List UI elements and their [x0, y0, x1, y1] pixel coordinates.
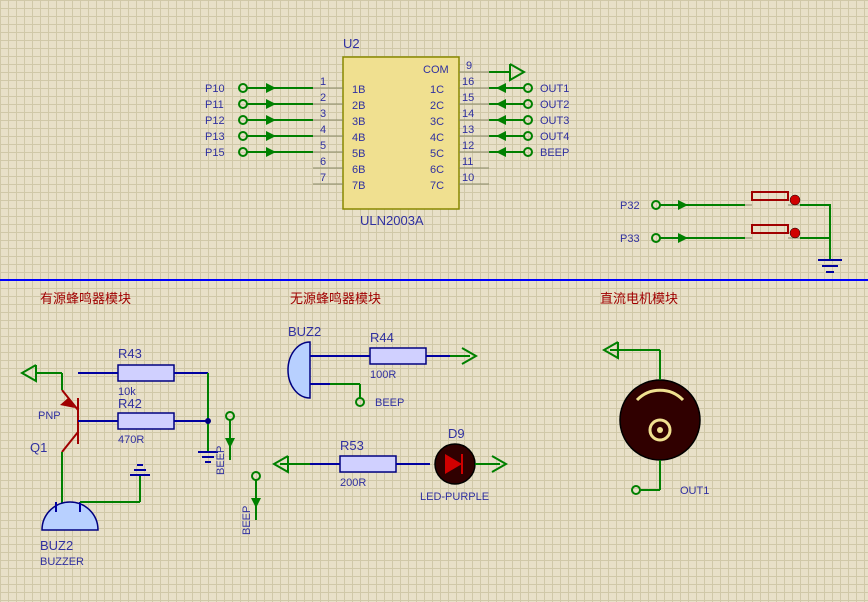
svg-text:OUT1: OUT1	[540, 83, 569, 95]
svg-text:3: 3	[320, 108, 326, 120]
svg-text:10: 10	[462, 172, 474, 184]
ic-ref: U2	[343, 36, 360, 51]
svg-text:15: 15	[462, 92, 474, 104]
svg-text:6C: 6C	[430, 164, 444, 176]
svg-text:P15: P15	[205, 147, 225, 159]
svg-text:7C: 7C	[430, 180, 444, 192]
svg-text:Q1: Q1	[30, 440, 47, 455]
svg-text:无源蜂鸣器模块: 无源蜂鸣器模块	[290, 291, 381, 306]
buzzer-icon: BUZ2 BUZZER	[40, 452, 150, 568]
svg-text:BEEP: BEEP	[540, 147, 569, 159]
transistor-pnp-icon: PNP Q1	[22, 365, 98, 455]
led-icon: D9 LED-PURPLE	[420, 426, 506, 503]
svg-text:3B: 3B	[352, 116, 365, 128]
svg-text:2: 2	[320, 92, 326, 104]
svg-text:OUT3: OUT3	[540, 115, 569, 127]
block-active-buzzer: 有源蜂鸣器模块 R43 10k R42 470R BEEP BEEP PNP Q…	[22, 291, 261, 568]
svg-text:470R: 470R	[118, 434, 144, 446]
ic-left-terminals: P10 P11 P12 P13 P15	[205, 83, 313, 159]
svg-text:4B: 4B	[352, 132, 365, 144]
svg-text:LED-PURPLE: LED-PURPLE	[420, 491, 489, 503]
svg-text:OUT1: OUT1	[680, 485, 709, 497]
svg-text:BEEP: BEEP	[215, 446, 227, 475]
svg-text:R42: R42	[118, 396, 142, 411]
svg-text:16: 16	[462, 76, 474, 88]
svg-text:4C: 4C	[430, 132, 444, 144]
block-dc-motor: 直流电机模块 OUT1	[600, 291, 709, 497]
svg-text:4: 4	[320, 124, 326, 136]
svg-text:OUT2: OUT2	[540, 99, 569, 111]
svg-text:5B: 5B	[352, 148, 365, 160]
svg-text:9: 9	[466, 60, 472, 72]
svg-text:3C: 3C	[430, 116, 444, 128]
svg-text:1: 1	[320, 76, 326, 88]
pushbutton-icon	[745, 225, 800, 238]
svg-text:P12: P12	[205, 115, 225, 127]
ic-u2: U2 ULN2003A COM 1 1B 2 2B 3 3B 4 4B 5 5B 6 6B …	[205, 36, 569, 228]
svg-text:D9: D9	[448, 426, 465, 441]
svg-text:BUZ2: BUZ2	[288, 324, 321, 339]
svg-text:11: 11	[462, 156, 473, 168]
ground-icon	[818, 260, 842, 272]
svg-text:BEEP: BEEP	[241, 506, 253, 535]
svg-text:100R: 100R	[370, 369, 396, 381]
svg-text:6: 6	[320, 156, 326, 168]
svg-text:12: 12	[462, 140, 474, 152]
svg-text:P33: P33	[620, 233, 640, 245]
ground-icon	[130, 465, 150, 475]
svg-text:13: 13	[462, 124, 474, 136]
motor-icon: OUT1	[604, 342, 709, 497]
svg-text:R53: R53	[340, 438, 364, 453]
svg-text:6B: 6B	[352, 164, 365, 176]
block-passive-buzzer: 无源蜂鸣器模块 BUZ2 R44 100R BEEP R53 200R D9	[274, 291, 506, 503]
svg-text:P11: P11	[205, 99, 224, 111]
svg-text:BUZZER: BUZZER	[40, 556, 84, 568]
svg-text:2B: 2B	[352, 100, 365, 112]
svg-text:PNP: PNP	[38, 410, 61, 422]
resistor-icon	[118, 413, 174, 429]
svg-text:7: 7	[320, 172, 326, 184]
svg-text:5C: 5C	[430, 148, 444, 160]
svg-text:P13: P13	[205, 131, 225, 143]
ic-com: COM	[423, 64, 449, 76]
svg-text:BEEP: BEEP	[375, 397, 404, 409]
svg-text:200R: 200R	[340, 477, 366, 489]
svg-text:直流电机模块: 直流电机模块	[600, 291, 678, 306]
ic-right-terminals: OUT1 OUT2 OUT3 OUT4 BEEP	[489, 64, 569, 159]
switches-block: P32 P33	[620, 192, 842, 272]
svg-text:有源蜂鸣器模块: 有源蜂鸣器模块	[40, 291, 131, 306]
ic-part: ULN2003A	[360, 213, 424, 228]
svg-text:R44: R44	[370, 330, 394, 345]
svg-text:5: 5	[320, 140, 326, 152]
svg-text:7B: 7B	[352, 180, 365, 192]
svg-text:P32: P32	[620, 200, 640, 212]
svg-text:14: 14	[462, 108, 474, 120]
svg-text:1C: 1C	[430, 84, 444, 96]
svg-text:R43: R43	[118, 346, 142, 361]
resistor-icon	[118, 365, 174, 381]
svg-text:1B: 1B	[352, 84, 365, 96]
ic-left-pins: 1 1B 2 2B 3 3B 4 4B 5 5B 6 6B 7 7B	[313, 76, 365, 192]
buzzer-icon: BUZ2	[288, 324, 330, 398]
svg-text:P10: P10	[205, 83, 225, 95]
svg-text:OUT4: OUT4	[540, 131, 569, 143]
resistor-icon	[340, 456, 396, 472]
svg-text:BUZ2: BUZ2	[40, 538, 73, 553]
svg-text:2C: 2C	[430, 100, 444, 112]
resistor-icon	[370, 348, 426, 364]
pushbutton-icon	[745, 192, 800, 205]
